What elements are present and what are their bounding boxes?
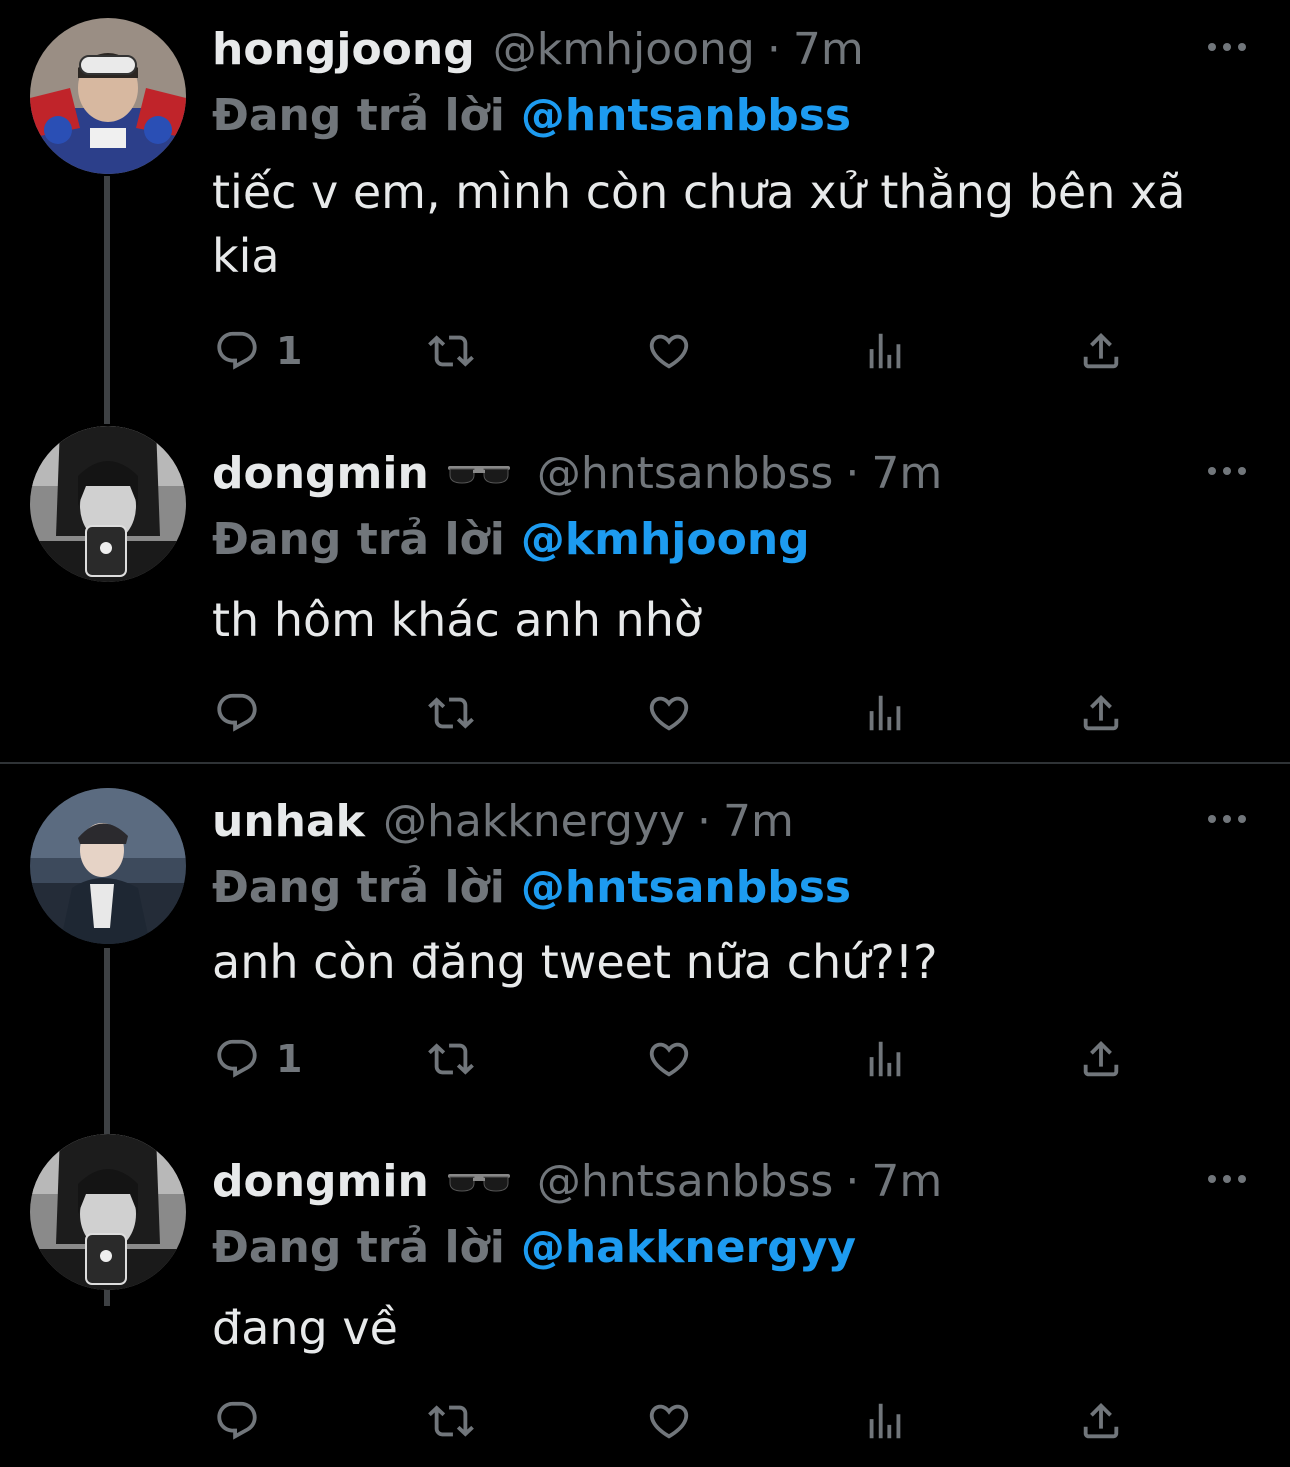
share-button[interactable] [1078,688,1124,738]
like-button[interactable] [646,1034,692,1084]
views-icon [862,1398,908,1444]
reply-icon [214,328,260,374]
avatar-hongjoong[interactable] [30,18,186,174]
separator-dot: · [766,24,781,75]
share-icon [1078,690,1124,736]
reply-button[interactable]: 1 [214,326,302,376]
share-icon [1078,328,1124,374]
user-handle[interactable]: @hakknergyy [383,796,685,848]
reply-button[interactable]: 1 [214,1034,302,1084]
views-button[interactable] [862,1034,908,1084]
share-button[interactable] [1078,1396,1124,1446]
replying-to-handle[interactable]: @kmhjoong [521,514,810,565]
timestamp[interactable]: 7m [793,24,864,76]
avatar-dongmin[interactable] [30,1134,186,1290]
reply-icon [214,690,260,736]
replying-to-label: Đang trả lời [212,862,505,913]
views-icon [862,690,908,736]
tweet-actions [212,688,1172,738]
retweet-button[interactable] [428,326,474,376]
user-handle[interactable]: @hntsanbbss [537,448,834,500]
user-handle[interactable]: @hntsanbbss [537,1156,834,1208]
views-icon [862,328,908,374]
conversation-divider [0,762,1290,764]
tweet-text: đang về [212,1301,398,1355]
like-button[interactable] [646,326,692,376]
avatar-photo [30,18,186,174]
avatar-photo [30,1134,186,1290]
reply-icon [214,1398,260,1444]
retweet-icon [428,690,474,736]
like-button[interactable] [646,688,692,738]
views-icon [862,1036,908,1082]
avatar-dongmin[interactable] [30,426,186,582]
replying-to: Đang trả lời @hntsanbbss [212,862,851,914]
replying-to: Đang trả lời @hakknergyy [212,1222,856,1274]
replying-to: Đang trả lời @kmhjoong [212,514,810,566]
retweet-icon [428,1036,474,1082]
like-icon [646,1036,692,1082]
display-name[interactable]: dongmin [212,1156,429,1208]
views-button[interactable] [862,688,908,738]
replying-to: Đang trả lời @hntsanbbss [212,90,851,142]
display-name[interactable]: unhak [212,796,365,848]
replying-to-label: Đang trả lời [212,90,505,141]
tweet-text: th hôm khác anh nhờ [212,593,703,647]
tweet-header: unhak @hakknergyy · 7m [212,796,794,848]
more-options-icon[interactable] [1208,464,1246,478]
like-button[interactable] [646,1396,692,1446]
display-name[interactable]: hongjoong [212,24,475,76]
replying-to-label: Đang trả lời [212,1222,505,1273]
reply-button[interactable] [214,688,276,738]
sunglasses-emoji [447,1170,511,1194]
share-icon [1078,1398,1124,1444]
tweet-text: tiếc v em, mình còn chưa xử thằng bên xã… [212,165,1186,283]
tweet-actions: 1 [212,1034,1172,1084]
tweet-actions [212,1396,1172,1446]
timestamp[interactable]: 7m [723,796,794,848]
retweet-icon [428,1398,474,1444]
share-icon [1078,1036,1124,1082]
views-button[interactable] [862,1396,908,1446]
tweet-header: dongmin @hntsanbbss · 7m [212,448,942,500]
replying-to-label: Đang trả lời [212,514,505,565]
display-name[interactable]: dongmin [212,448,429,500]
tweet-text: anh còn đăng tweet nữa chứ?!? [212,935,938,989]
replying-to-handle[interactable]: @hntsanbbss [521,90,851,141]
share-button[interactable] [1078,326,1124,376]
like-icon [646,328,692,374]
avatar-photo [30,426,186,582]
more-options-icon[interactable] [1208,1172,1246,1186]
user-handle[interactable]: @kmhjoong [493,24,755,76]
retweet-icon [428,328,474,374]
like-icon [646,690,692,736]
thread-line [104,176,110,424]
retweet-button[interactable] [428,1396,474,1446]
more-options-icon[interactable] [1208,812,1246,826]
tweet-header: hongjoong @kmhjoong · 7m [212,24,864,76]
separator-dot: · [845,1156,860,1207]
replying-to-handle[interactable]: @hakknergyy [521,1222,856,1273]
retweet-button[interactable] [428,1034,474,1084]
reply-icon [214,1036,260,1082]
more-options-icon[interactable] [1208,40,1246,54]
reply-button[interactable] [214,1396,276,1446]
timestamp[interactable]: 7m [871,1156,942,1208]
timestamp[interactable]: 7m [871,448,942,500]
avatar-unhak[interactable] [30,788,186,944]
reply-count: 1 [276,1037,303,1081]
retweet-button[interactable] [428,688,474,738]
replying-to-handle[interactable]: @hntsanbbss [521,862,851,913]
tweet-actions: 1 [212,326,1172,376]
sunglasses-emoji [447,462,511,486]
avatar-photo [30,788,186,944]
share-button[interactable] [1078,1034,1124,1084]
like-icon [646,1398,692,1444]
views-button[interactable] [862,326,908,376]
separator-dot: · [697,796,712,847]
separator-dot: · [845,448,860,499]
reply-count: 1 [276,329,303,373]
tweet-header: dongmin @hntsanbbss · 7m [212,1156,942,1208]
